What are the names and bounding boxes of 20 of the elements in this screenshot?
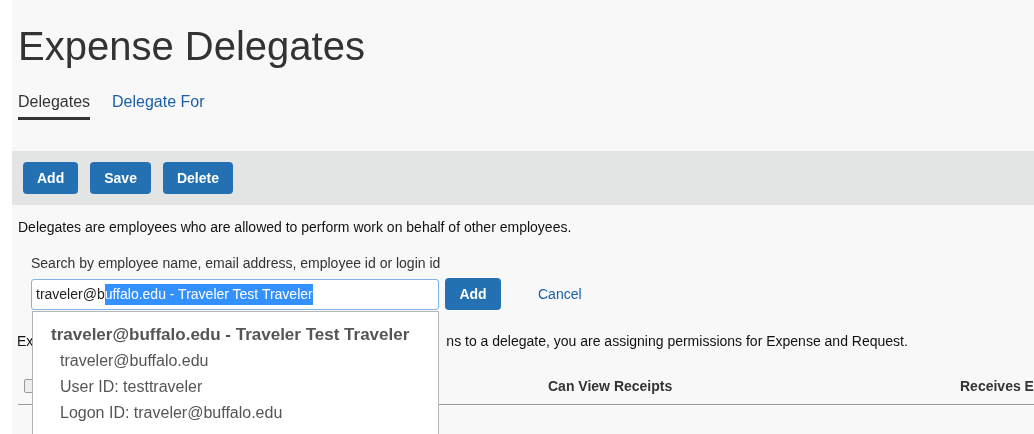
cancel-link[interactable]: Cancel	[538, 283, 582, 305]
add-button[interactable]: Add	[445, 278, 501, 310]
tab[interactable]: Delegates	[18, 90, 91, 120]
suggestion-detail: Logon ID: traveler@buffalo.edu	[60, 402, 284, 423]
search-field[interactable]: traveler@buffalo.edu - Traveler Test Traveler	[31, 278, 439, 310]
description-text: Delegates are employees who are allowed to perform work on behalf of other employees.	[18, 218, 572, 237]
page-title: Expense Delegates	[18, 23, 365, 70]
toolbar-button[interactable]: Delete	[162, 162, 233, 194]
suggestion-dropdown[interactable]: traveler@buffalo.edu - Traveler Test Traveler traveler@buffalo.edu User ID: testtraveler Logon ID: traveler@buffalo.edu	[32, 311, 439, 434]
tab[interactable]: Delegate For	[112, 90, 205, 120]
column-header: Receives E	[960, 376, 1034, 396]
toolbar-button[interactable]: Add	[23, 162, 79, 194]
column-header: Can View Receipts	[548, 376, 674, 396]
search-label: Search by employee name, email address, employee id or login id	[31, 254, 441, 273]
suggestion-title: traveler@buffalo.edu - Traveler Test Traveler	[51, 324, 411, 346]
info-text-end: ns to a delegate, you are assigning permissions for Expense and Request.	[446, 332, 908, 351]
info-text-start: Ex	[17, 332, 34, 351]
toolbar-button[interactable]: Save	[90, 162, 151, 194]
suggestion-detail: User ID: testtraveler	[60, 376, 204, 397]
suggestion-detail: traveler@buffalo.edu	[60, 350, 210, 371]
